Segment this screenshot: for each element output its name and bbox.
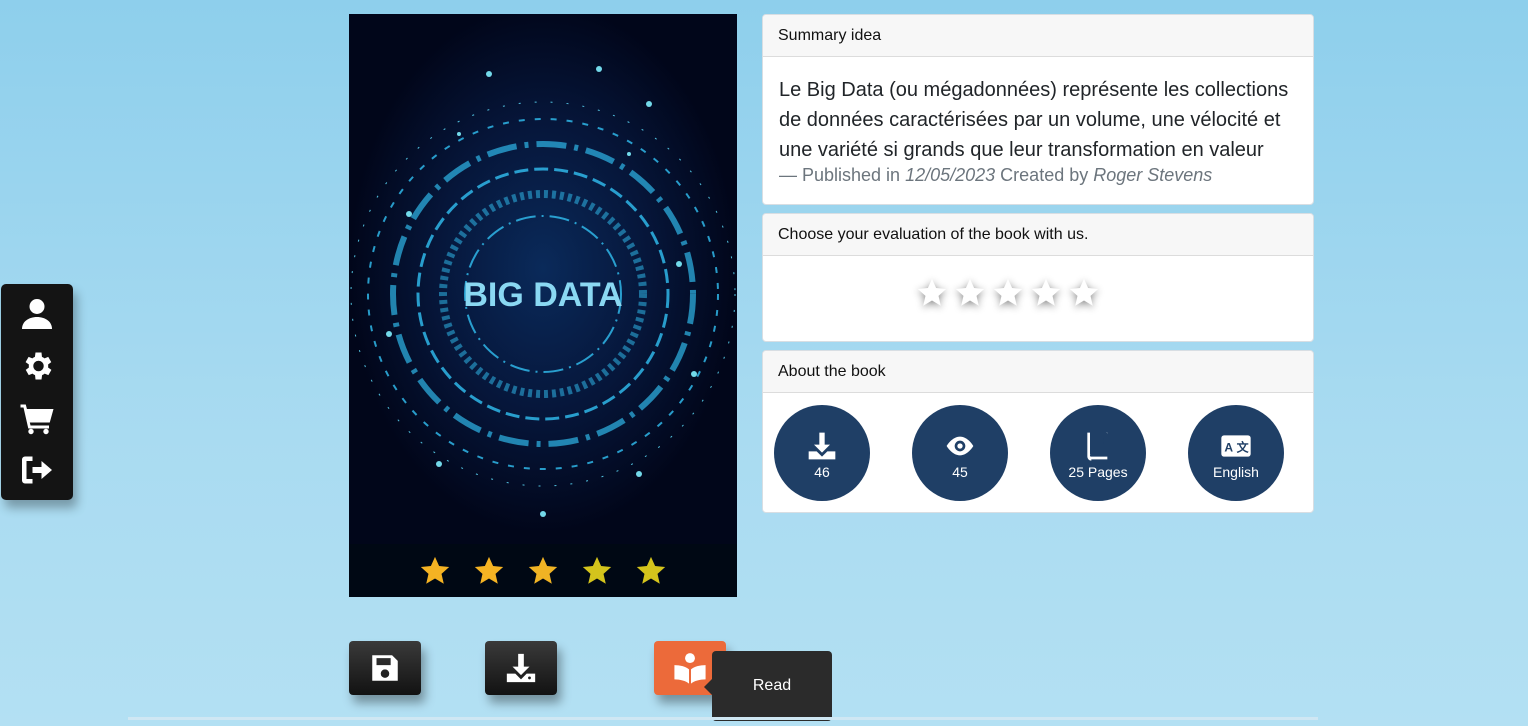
star-icon bbox=[582, 556, 612, 584]
cover-rating bbox=[349, 544, 737, 597]
star-icon bbox=[474, 556, 504, 584]
floppy-disk-icon bbox=[372, 655, 398, 681]
evaluation-header: Choose your evaluation of the book with … bbox=[763, 214, 1313, 256]
star-icon bbox=[420, 556, 450, 584]
side-menu bbox=[1, 284, 73, 500]
downloads-count: 46 bbox=[814, 464, 830, 480]
downloads-stat: 46 bbox=[774, 405, 870, 501]
save-button[interactable] bbox=[349, 641, 421, 695]
views-stat: 45 bbox=[912, 405, 1008, 501]
publish-date: 12/05/2023 bbox=[905, 165, 996, 185]
download-button[interactable] bbox=[485, 641, 557, 695]
svg-text:文: 文 bbox=[1237, 439, 1250, 454]
cover-art: BIG DATA bbox=[349, 14, 737, 544]
book-icon bbox=[1087, 432, 1108, 461]
summary-header: Summary idea bbox=[763, 15, 1313, 57]
star-icon bbox=[528, 556, 558, 584]
evaluation-card: Choose your evaluation of the book with … bbox=[762, 213, 1314, 342]
language-icon: A文 bbox=[1221, 435, 1251, 457]
star-icon bbox=[636, 556, 666, 584]
book-cover: BIG DATA bbox=[349, 14, 737, 597]
download-icon bbox=[506, 653, 536, 683]
read-tooltip: Read bbox=[704, 651, 832, 721]
author-name: Roger Stevens bbox=[1093, 165, 1213, 185]
language-stat: A文 English bbox=[1188, 405, 1284, 501]
user-icon[interactable] bbox=[17, 294, 57, 334]
summary-meta: — Published in 12/05/2023 Created by Rog… bbox=[763, 165, 1313, 186]
rate-star-icon[interactable] bbox=[991, 276, 1025, 310]
bottom-divider bbox=[128, 717, 1318, 720]
eye-icon bbox=[946, 436, 974, 456]
summary-text: Le Big Data (ou mégadonnées) représente … bbox=[779, 79, 1289, 161]
pages-stat: 25 Pages bbox=[1050, 405, 1146, 501]
svg-text:A: A bbox=[1224, 440, 1233, 454]
rate-star-icon[interactable] bbox=[1067, 276, 1101, 310]
download-icon bbox=[808, 432, 836, 460]
about-card: About the book 46 45 25 Pages A文 English bbox=[762, 350, 1314, 513]
meta-mid: Created by bbox=[995, 165, 1094, 185]
gear-icon[interactable] bbox=[17, 346, 57, 386]
rate-star-icon[interactable] bbox=[915, 276, 949, 310]
rate-star-icon[interactable] bbox=[1029, 276, 1063, 310]
evaluation-stars bbox=[763, 256, 1313, 310]
cart-icon[interactable] bbox=[17, 398, 57, 438]
logout-icon[interactable] bbox=[17, 450, 57, 490]
rate-star-icon[interactable] bbox=[953, 276, 987, 310]
summary-card: Summary idea Le Big Data (ou mégadonnées… bbox=[762, 14, 1314, 205]
book-reader-icon bbox=[674, 653, 706, 684]
about-header: About the book bbox=[763, 351, 1313, 393]
pages-count: 25 Pages bbox=[1068, 464, 1128, 480]
cover-title: BIG DATA bbox=[463, 276, 622, 314]
language-label: English bbox=[1213, 464, 1259, 480]
views-count: 45 bbox=[952, 464, 968, 480]
meta-prefix: — Published in bbox=[779, 165, 906, 185]
